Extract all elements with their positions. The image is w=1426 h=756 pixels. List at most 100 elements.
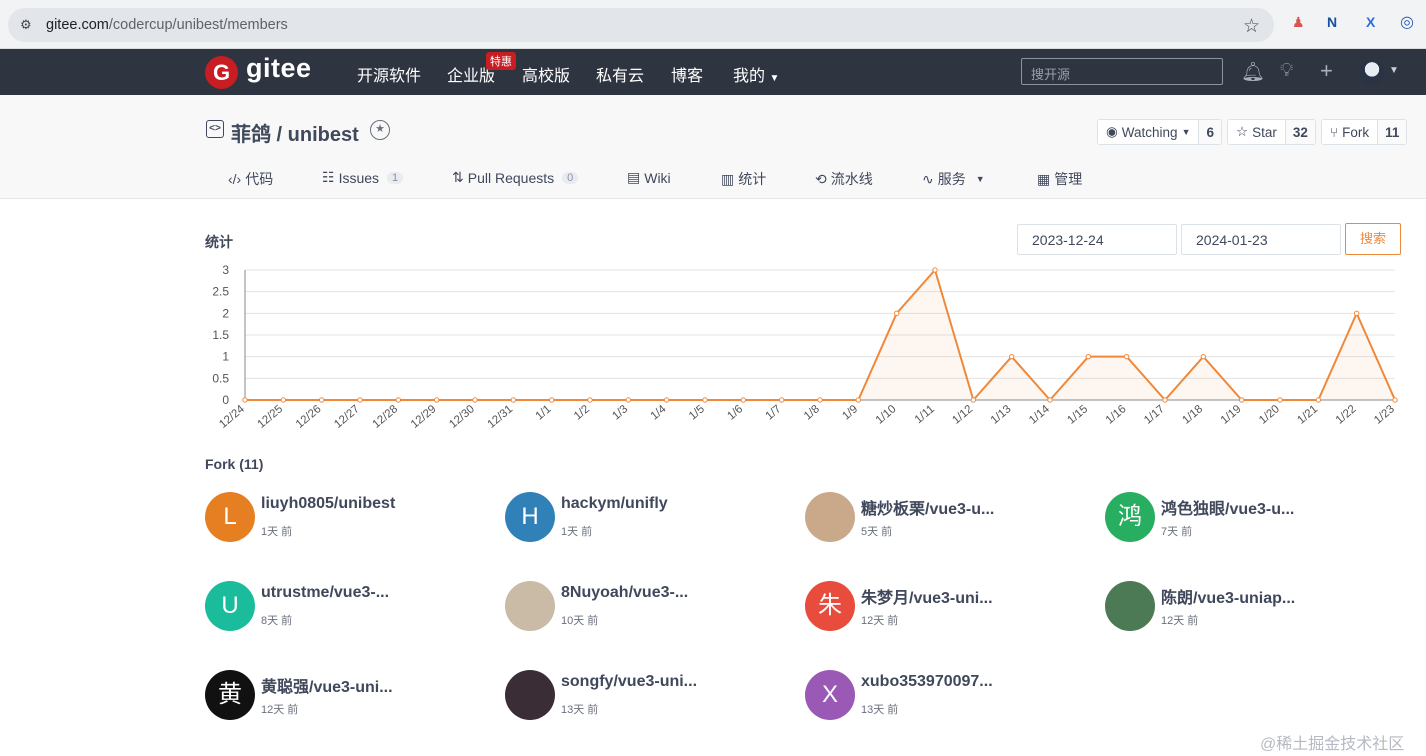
tab-wiki[interactable]: ▤ Wiki [627, 169, 671, 186]
fork-item[interactable]: 黄黄聪强/vue3-uni... 12天 前 [205, 670, 495, 722]
fork-section-title: Fork (11) [205, 456, 264, 472]
site-search-input[interactable]: 搜开源 [1021, 58, 1223, 85]
data-point [932, 267, 938, 273]
fork-name[interactable]: 朱梦月/vue3-uni... [861, 584, 1091, 608]
bell-icon[interactable]: 🔔︎ [1241, 60, 1265, 84]
gitee-logo-icon[interactable]: G [205, 56, 238, 89]
tab-pull-requests[interactable]: ⇅ Pull Requests 0 [452, 169, 579, 186]
fork-count: 11 [1377, 120, 1407, 144]
watch-button[interactable]: ◉ Watching ▼ 6 [1097, 119, 1222, 145]
fork-item[interactable]: Uutrustme/vue3-... 8天 前 [205, 581, 495, 633]
data-point [472, 397, 478, 403]
fork-item[interactable]: 朱朱梦月/vue3-uni... 12天 前 [805, 581, 1095, 633]
eye-icon: ◉ [1106, 124, 1118, 139]
gitee-logo-text[interactable]: gitee [246, 53, 312, 84]
fork-avatar[interactable]: H [505, 492, 555, 542]
fork-name[interactable]: xubo353970097... [861, 673, 1091, 691]
x-tick-label: 1/18 [1180, 403, 1205, 427]
fork-avatar[interactable]: 朱 [805, 581, 855, 631]
tab-stats[interactable]: ▥ 统计 [721, 169, 766, 189]
extension-icon[interactable]: X [1366, 14, 1375, 30]
fork-time: 12天 前 [861, 615, 899, 627]
fork-name[interactable]: 黄聪强/vue3-uni... [261, 673, 491, 697]
data-point [1315, 397, 1322, 403]
extension-icon[interactable]: ♟ [1292, 14, 1305, 31]
fork-avatar[interactable]: 鸿 [1105, 492, 1155, 542]
lightbulb-icon[interactable]: 💡︎ [1280, 60, 1293, 82]
fork-avatar[interactable]: L [205, 492, 255, 542]
fork-item[interactable]: songfy/vue3-uni... 13天 前 [505, 670, 795, 722]
nav-private-cloud[interactable]: 私有云 [596, 62, 644, 86]
manage-icon: ▦ [1037, 170, 1051, 187]
fork-item[interactable]: 陈朗/vue3-uniap... 12天 前 [1105, 581, 1395, 633]
fork-item[interactable]: 鸿鸿色独眼/vue3-u... 7天 前 [1105, 492, 1395, 544]
user-avatar[interactable] [1359, 59, 1385, 85]
start-date-input[interactable]: 2023-12-24 [1017, 224, 1177, 255]
fork-item[interactable]: Xxubo353970097... 13天 前 [805, 670, 1095, 722]
nav-blog[interactable]: 博客 [671, 62, 703, 86]
data-point [1008, 353, 1015, 360]
fork-avatar[interactable] [805, 492, 855, 542]
site-settings-icon[interactable]: ⚙ [20, 18, 36, 32]
x-tick-label: 1/12 [950, 403, 975, 427]
x-tick-label: 12/25 [256, 403, 286, 431]
x-tick-label: 1/9 [840, 403, 860, 422]
tab-manage[interactable]: ▦ 管理 [1037, 169, 1082, 189]
fork-avatar[interactable]: 黄 [205, 670, 255, 720]
data-point [817, 397, 823, 403]
search-button[interactable]: 搜索 [1345, 223, 1401, 255]
data-point [1392, 397, 1398, 403]
tab-code[interactable]: ‹/› 代码 [228, 169, 273, 189]
fork-item[interactable]: Hhackym/unifly 1天 前 [505, 492, 795, 544]
y-tick-label: 1 [222, 350, 229, 364]
fork-name[interactable]: songfy/vue3-uni... [561, 673, 791, 691]
data-point [242, 397, 248, 403]
fork-avatar[interactable] [505, 670, 555, 720]
fork-avatar[interactable]: X [805, 670, 855, 720]
tab-pipeline[interactable]: ⟲ 流水线 [815, 169, 873, 189]
fork-item[interactable]: 8Nuyoah/vue3-... 10天 前 [505, 581, 795, 633]
fork-name[interactable]: 糖炒板栗/vue3-u... [861, 495, 1091, 519]
y-tick-label: 1.5 [212, 328, 229, 342]
chevron-down-icon: ▼ [1181, 127, 1191, 137]
recommend-badge-icon[interactable]: ★ [370, 120, 390, 140]
fork-avatar[interactable]: U [205, 581, 255, 631]
nav-university[interactable]: 高校版 [522, 62, 570, 86]
address-bar[interactable]: ⚙ gitee.com/codercup/unibest/members ☆ [8, 8, 1274, 42]
fork-name[interactable]: 鸿色独眼/vue3-u... [1161, 495, 1391, 519]
fork-name[interactable]: 8Nuyoah/vue3-... [561, 584, 791, 602]
x-tick-label: 1/13 [989, 403, 1014, 427]
data-point [395, 397, 402, 403]
fork-avatar[interactable] [1105, 581, 1155, 631]
repo-title[interactable]: 菲鸽 / unibest [231, 118, 359, 147]
data-point [1238, 397, 1245, 403]
fork-time: 8天 前 [261, 615, 293, 627]
bookmark-star-icon[interactable]: ☆ [1243, 15, 1260, 38]
plus-icon[interactable]: + [1320, 58, 1333, 84]
chevron-down-icon[interactable]: ▼ [1389, 65, 1399, 76]
stats-icon: ▥ [721, 170, 735, 187]
fork-name[interactable]: liuyh0805/unibest [261, 495, 491, 513]
fork-item[interactable]: Lliuyh0805/unibest 1天 前 [205, 492, 495, 544]
tab-issues[interactable]: ☷ Issues 1 [322, 169, 404, 186]
fork-time: 7天 前 [1161, 526, 1193, 538]
fork-name[interactable]: 陈朗/vue3-uniap... [1161, 584, 1391, 608]
end-date-input[interactable]: 2024-01-23 [1181, 224, 1341, 255]
fork-time: 5天 前 [861, 526, 893, 538]
fork-name[interactable]: hackym/unifly [561, 495, 791, 513]
extension-icon[interactable]: ◎ [1400, 12, 1414, 32]
fork-avatar[interactable] [505, 581, 555, 631]
y-tick-label: 2 [222, 306, 229, 320]
x-tick-label: 1/22 [1334, 403, 1359, 427]
nav-mine[interactable]: 我的 ▼ [733, 62, 779, 86]
x-tick-label: 1/10 [874, 403, 899, 427]
tab-service[interactable]: ∿ 服务 ▼ [922, 169, 985, 189]
star-button[interactable]: ☆ Star 32 [1227, 119, 1316, 145]
nav-open-source[interactable]: 开源软件 [357, 62, 421, 86]
browser-toolbar: ⚙ gitee.com/codercup/unibest/members ☆ ♟… [0, 0, 1426, 49]
fork-item[interactable]: 糖炒板栗/vue3-u... 5天 前 [805, 492, 1095, 544]
fork-button[interactable]: ⑂ Fork 11 [1321, 119, 1408, 145]
fork-name[interactable]: utrustme/vue3-... [261, 584, 491, 602]
extension-icon[interactable]: N [1327, 14, 1337, 30]
x-tick-label: 1/6 [725, 403, 745, 422]
